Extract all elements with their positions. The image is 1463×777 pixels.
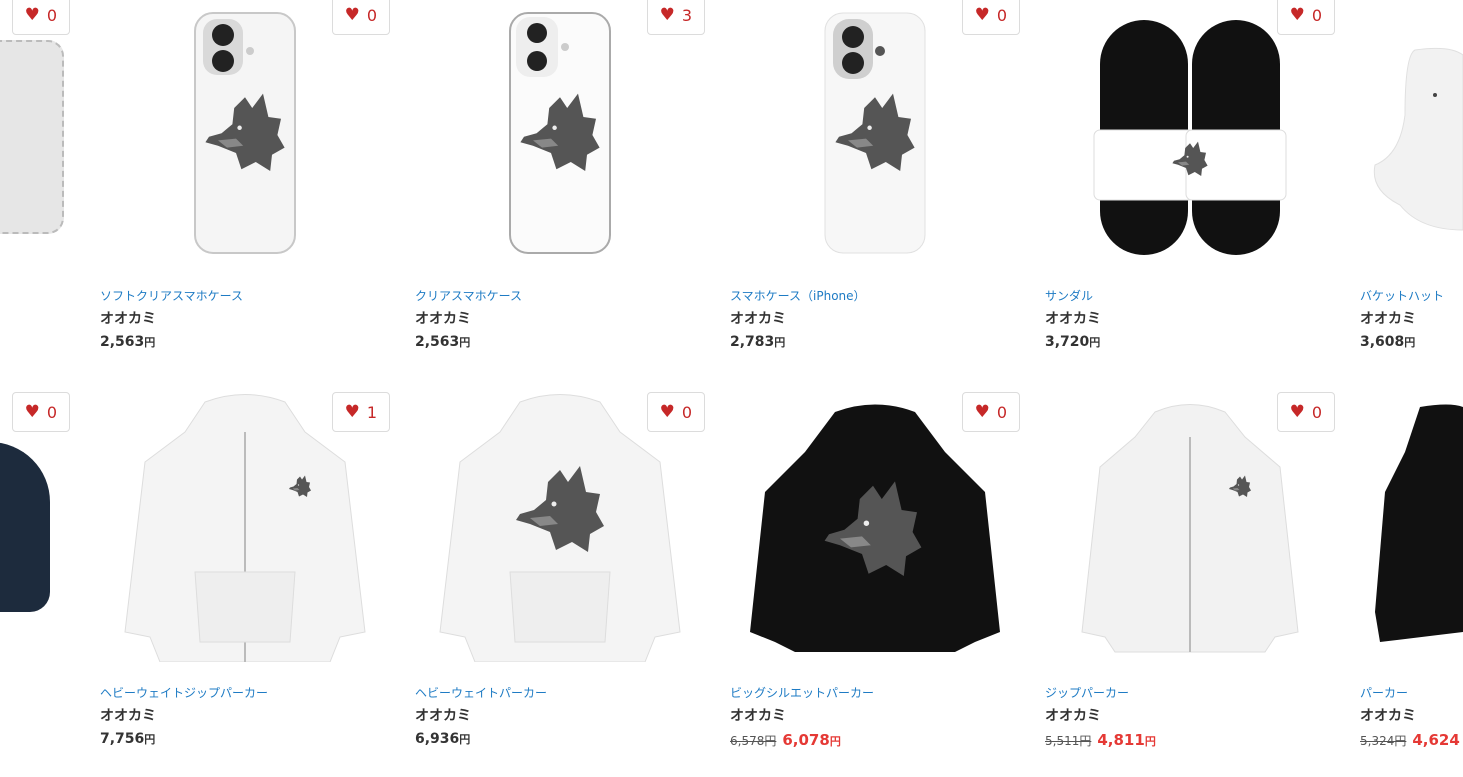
like-button[interactable]: ♥ 0 xyxy=(1276,0,1335,35)
original-price: 5,511円 xyxy=(1045,734,1092,748)
product-image[interactable] xyxy=(415,0,705,265)
product-price: 3,608円 xyxy=(1360,334,1416,350)
like-button[interactable]: ♥ 0 xyxy=(646,392,705,432)
product-image[interactable] xyxy=(1045,0,1335,265)
product-image[interactable] xyxy=(1360,392,1463,662)
product-card[interactable]: ♥ 0 ビッグシルエットパーカー オオカミ 6,578円 6,078円 xyxy=(730,392,1020,777)
product-category[interactable]: ソフトクリアスマホケース xyxy=(100,287,243,304)
original-price: 6,578円 xyxy=(730,734,777,748)
product-category[interactable]: ジップパーカー xyxy=(1045,684,1129,701)
phone-case-image xyxy=(0,40,64,234)
heart-icon: ♥ xyxy=(344,401,360,422)
like-button[interactable]: ♥ 1 xyxy=(331,392,390,432)
product-price: 7,756円 xyxy=(100,731,156,747)
product-title[interactable]: オオカミ xyxy=(415,705,471,725)
product-title[interactable]: オオカミ xyxy=(1360,705,1416,725)
product-card[interactable]: ♥ 0 ヘビーウェイトパーカー オオカミ 6,936円 xyxy=(415,392,705,777)
product-card[interactable]: ♥ 0 ソフトクリアスマホケース オオカミ 2,563円 xyxy=(100,0,390,380)
heart-icon: ♥ xyxy=(344,4,360,25)
product-category[interactable]: ヘビーウェイトパーカー xyxy=(415,684,547,701)
heart-icon: ♥ xyxy=(659,401,675,422)
product-image[interactable] xyxy=(100,392,390,662)
product-title[interactable]: オオカミ xyxy=(100,308,156,328)
like-button[interactable]: ♥ 0 xyxy=(961,0,1020,35)
product-category[interactable]: サンダル xyxy=(1045,287,1093,304)
product-price: 6,936円 xyxy=(415,731,471,747)
product-image[interactable] xyxy=(1045,392,1335,662)
product-price: 2,563円 xyxy=(415,334,471,350)
partial-product-card[interactable]: ♥ 0 xyxy=(0,0,75,270)
heart-icon: ♥ xyxy=(24,4,40,25)
like-button[interactable]: ♥ 0 xyxy=(1276,392,1335,432)
product-card[interactable]: パーカー オオカミ 5,324円 4,624 xyxy=(1360,392,1463,777)
product-category[interactable]: クリアスマホケース xyxy=(415,287,522,304)
product-card[interactable]: ♥ 3 クリアスマホケース オオカミ 2,563円 xyxy=(415,0,705,380)
heart-icon: ♥ xyxy=(24,401,40,422)
cap-image xyxy=(0,442,50,612)
sale-price: 4,624 xyxy=(1412,731,1460,749)
product-image[interactable] xyxy=(415,392,705,662)
product-category[interactable]: スマホケース（iPhone） xyxy=(730,287,866,304)
product-image[interactable] xyxy=(730,0,1020,265)
product-title[interactable]: オオカミ xyxy=(730,705,786,725)
like-button[interactable]: ♥ 0 xyxy=(11,392,70,432)
product-category[interactable]: パーカー xyxy=(1360,684,1408,701)
product-card[interactable]: ♥ 0 ジップパーカー オオカミ 5,511円 4,811円 xyxy=(1045,392,1335,777)
product-title[interactable]: オオカミ xyxy=(415,308,471,328)
sale-price: 6,078 xyxy=(782,731,830,749)
like-button[interactable]: ♥ 0 xyxy=(961,392,1020,432)
product-price: 2,563円 xyxy=(100,334,156,350)
product-image[interactable] xyxy=(730,392,1020,662)
heart-icon: ♥ xyxy=(1289,4,1305,25)
product-card[interactable]: ♥ 0 サンダル オオカミ 3,720円 xyxy=(1045,0,1335,380)
product-card[interactable]: ♥ 1 ヘビーウェイトジップパーカー オオカミ 7,756円 xyxy=(100,392,390,777)
heart-icon: ♥ xyxy=(659,4,675,25)
sale-price: 4,811 xyxy=(1097,731,1145,749)
product-price: 5,511円 4,811円 xyxy=(1045,731,1156,749)
product-category[interactable]: ヘビーウェイトジップパーカー xyxy=(100,684,268,701)
like-button[interactable]: ♥ 0 xyxy=(331,0,390,35)
like-button[interactable]: ♥ 0 xyxy=(11,0,70,35)
product-title[interactable]: オオカミ xyxy=(100,705,156,725)
product-price: 2,783円 xyxy=(730,334,786,350)
heart-icon: ♥ xyxy=(974,4,990,25)
product-category[interactable]: ビッグシルエットパーカー xyxy=(730,684,874,701)
product-card[interactable]: ♥ 0 スマホケース（iPhone） オオカミ 2,783円 xyxy=(730,0,1020,380)
product-image[interactable] xyxy=(100,0,390,265)
product-title[interactable]: オオカミ xyxy=(1360,308,1416,328)
heart-icon: ♥ xyxy=(974,401,990,422)
product-title[interactable]: オオカミ xyxy=(1045,308,1101,328)
like-button[interactable]: ♥ 3 xyxy=(646,0,705,35)
product-price: 5,324円 4,624 xyxy=(1360,731,1460,749)
product-title[interactable]: オオカミ xyxy=(1045,705,1101,725)
original-price: 5,324円 xyxy=(1360,734,1407,748)
product-title[interactable]: オオカミ xyxy=(730,308,786,328)
product-price: 6,578円 6,078円 xyxy=(730,731,841,749)
product-price: 3,720円 xyxy=(1045,334,1101,350)
heart-icon: ♥ xyxy=(1289,401,1305,422)
product-category[interactable]: バケットハット xyxy=(1360,287,1444,304)
product-card[interactable]: バケットハット オオカミ 3,608円 xyxy=(1360,0,1463,380)
product-image[interactable] xyxy=(1360,0,1463,265)
partial-product-card[interactable]: ♥ 0 xyxy=(0,392,75,682)
